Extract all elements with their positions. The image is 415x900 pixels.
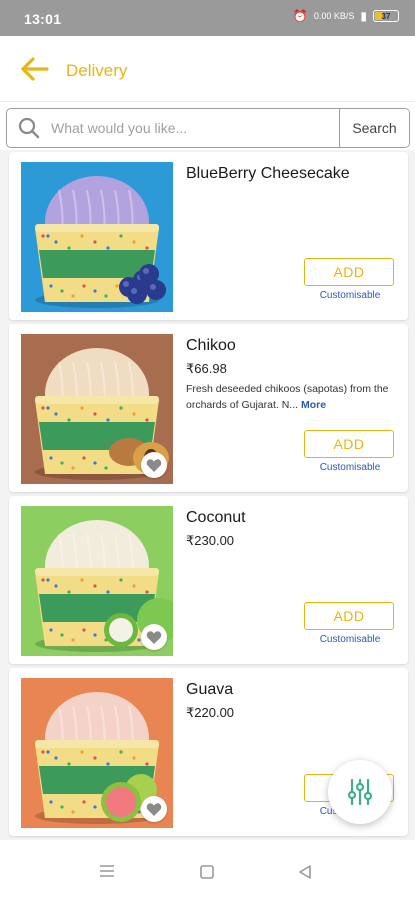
add-button[interactable]: ADD <box>304 602 394 630</box>
arrow-left-icon <box>21 57 49 81</box>
battery-icon: 37 <box>373 10 399 22</box>
product-image <box>21 678 173 828</box>
product-card[interactable]: Chikoo ₹66.98 Fresh deseeded chikoos (sa… <box>9 324 408 492</box>
product-name: BlueBerry Cheesecake <box>186 165 350 182</box>
battery-level: 37 <box>381 11 391 21</box>
heart-icon <box>146 802 162 816</box>
menu-icon <box>100 865 114 877</box>
search-button[interactable]: Search <box>339 109 409 147</box>
page-title: Delivery <box>66 61 128 80</box>
network-speed: 0.00 KB/S <box>313 11 355 21</box>
alarm-icon: ⏰ <box>292 9 308 23</box>
favorite-button[interactable] <box>141 624 167 650</box>
blueberry <box>127 284 147 304</box>
search-bar: Search <box>6 108 410 148</box>
recent-apps-button[interactable] <box>99 864 115 883</box>
description-text: Fresh deseeded chikoos (sapotas) from th… <box>186 383 389 411</box>
favorite-button[interactable] <box>141 452 167 478</box>
filter-sliders-icon <box>347 778 373 806</box>
product-card[interactable]: Coconut ₹230.00 ADD Customisable <box>9 496 408 664</box>
product-image <box>21 506 173 656</box>
back-triangle-icon <box>299 865 311 879</box>
add-button[interactable]: ADD <box>304 430 394 458</box>
status-bar: 13:01 ⏰ 0.00 KB/S ▮ 37 <box>0 0 415 36</box>
home-button[interactable] <box>199 864 215 885</box>
heart-icon <box>146 458 162 472</box>
back-nav-button[interactable] <box>298 864 312 885</box>
product-price: ₹66.98 <box>186 361 227 376</box>
product-description: Fresh deseeded chikoos (sapotas) from th… <box>186 381 396 413</box>
status-icons: ⏰ 0.00 KB/S ▮ 37 <box>293 9 399 23</box>
back-button[interactable] <box>20 56 50 82</box>
customisable-label: Customisable <box>319 290 381 301</box>
product-image <box>21 334 173 484</box>
add-button[interactable]: ADD <box>304 258 394 286</box>
system-nav-bar <box>0 840 415 900</box>
product-card[interactable]: BlueBerry Cheesecake ADD Customisable <box>9 152 408 320</box>
search-input[interactable] <box>51 109 339 147</box>
product-list: BlueBerry Cheesecake ADD Customisable Ch… <box>0 150 415 840</box>
customisable-label: Customisable <box>319 634 381 645</box>
product-name: Guava <box>186 681 234 698</box>
home-icon <box>200 865 214 879</box>
blueberry <box>139 264 159 284</box>
filter-button[interactable] <box>328 760 392 824</box>
heart-icon <box>146 630 162 644</box>
status-time: 13:01 <box>24 11 62 27</box>
signal-icon: ▮ <box>360 9 367 23</box>
product-name: Chikoo <box>186 337 236 354</box>
more-link[interactable]: More <box>301 399 326 411</box>
favorite-button[interactable] <box>141 796 167 822</box>
product-price: ₹230.00 <box>186 533 235 548</box>
customisable-label: Customisable <box>319 462 381 473</box>
search-icon <box>7 109 51 147</box>
product-name: Coconut <box>186 509 246 526</box>
product-price: ₹220.00 <box>186 705 235 720</box>
app-bar: Delivery <box>0 36 415 102</box>
product-image <box>21 162 173 312</box>
